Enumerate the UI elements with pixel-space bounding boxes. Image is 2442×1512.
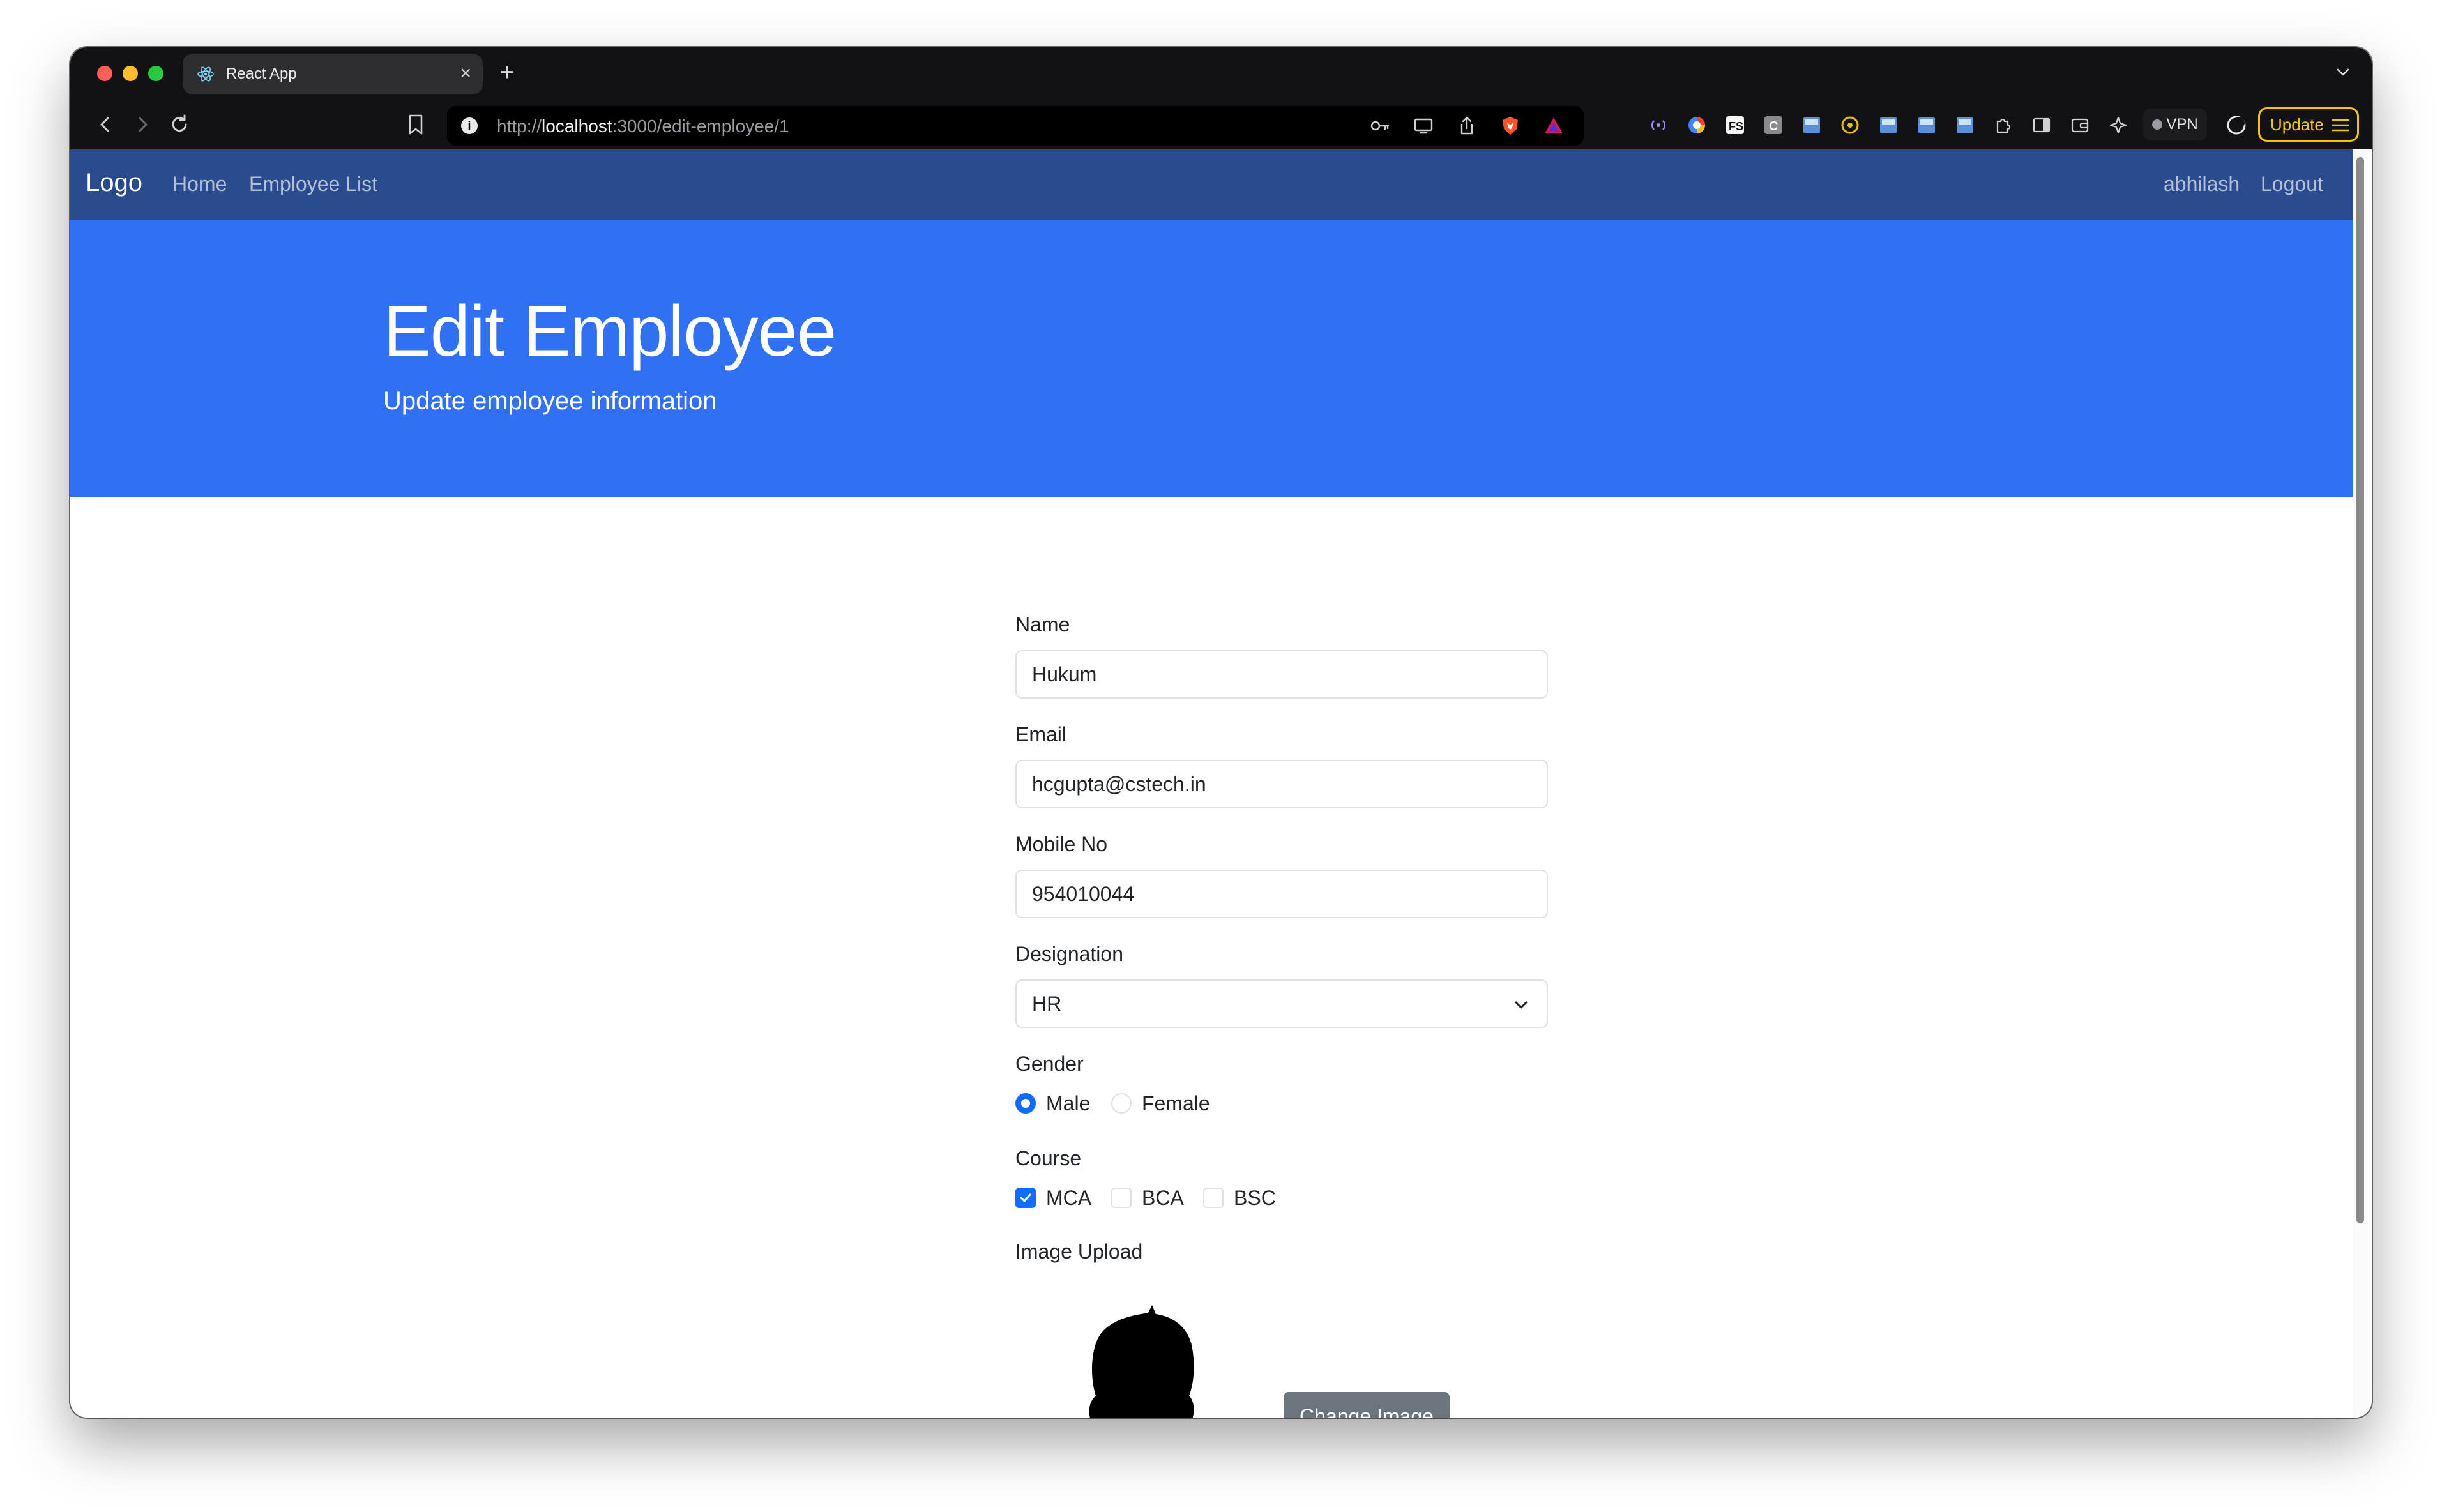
reload-icon[interactable] <box>167 112 192 137</box>
page-scrollbar[interactable] <box>2353 149 2368 1418</box>
svg-text:FS: FS <box>1729 120 1743 133</box>
tab-close-icon[interactable]: × <box>460 63 471 84</box>
broadcast-extension-icon[interactable] <box>1648 114 1669 136</box>
nav-link-employee-list[interactable]: Employee List <box>249 172 377 196</box>
change-image-button[interactable]: Change Image <box>1284 1392 1450 1418</box>
nav-user-name[interactable]: abhilash <box>2164 172 2240 196</box>
page-header: Edit Employee Update employee informatio… <box>70 220 2353 497</box>
name-label: Name <box>1015 613 1070 636</box>
close-window-button[interactable] <box>97 66 112 81</box>
site-info-icon[interactable]: i <box>461 117 478 134</box>
vpn-button[interactable]: VPN <box>2143 109 2207 140</box>
image-extension-icon-4[interactable] <box>1954 114 1976 136</box>
url-text[interactable]: http://localhost:3000/edit-employee/1 <box>497 116 789 137</box>
gender-label: Gender <box>1015 1052 1084 1075</box>
image-extension-icon-3[interactable] <box>1916 114 1938 136</box>
mobile-input[interactable]: 954010044 <box>1015 870 1548 918</box>
minimize-window-button[interactable] <box>123 66 138 81</box>
nav-logout-link[interactable]: Logout <box>2261 172 2323 196</box>
mca-label: MCA <box>1046 1186 1092 1209</box>
update-button[interactable]: Update <box>2258 107 2359 142</box>
image-upload-label: Image Upload <box>1015 1240 1143 1263</box>
bca-checkbox[interactable] <box>1111 1188 1132 1208</box>
checkmark-icon <box>1020 1193 1031 1202</box>
bca-label: BCA <box>1142 1186 1184 1209</box>
mobile-label: Mobile No <box>1015 833 1108 856</box>
brave-rewards-icon[interactable] <box>1543 115 1565 137</box>
designation-value: HR <box>1032 992 1062 1015</box>
ring-extension-icon[interactable] <box>1839 114 1861 136</box>
brave-shield-icon[interactable] <box>1499 115 1521 137</box>
react-icon <box>197 66 214 82</box>
wallet-icon[interactable] <box>2069 114 2091 136</box>
mca-checkbox[interactable] <box>1015 1188 1036 1208</box>
c-extension-icon[interactable]: C <box>1763 114 1784 136</box>
email-label: Email <box>1015 723 1067 746</box>
image-extension-icon-2[interactable] <box>1877 114 1899 136</box>
page-subtitle: Update employee information <box>383 387 717 415</box>
new-tab-button[interactable]: + <box>499 56 514 88</box>
color-extension-icon[interactable] <box>1686 114 1708 136</box>
sidebar-icon[interactable] <box>2031 114 2052 136</box>
browser-tab[interactable]: React App × <box>183 54 483 94</box>
browser-toolbar: i http://localhost:3000/edit-employee/1 <box>70 100 2372 149</box>
app-navbar: Logo Home Employee List abhilash Logout <box>70 149 2353 220</box>
fs-extension-icon[interactable]: FS <box>1724 114 1746 136</box>
male-radio[interactable] <box>1015 1093 1036 1114</box>
share-icon[interactable] <box>1456 115 1478 137</box>
key-icon[interactable] <box>1369 115 1391 137</box>
cast-icon[interactable] <box>1413 115 1434 137</box>
designation-select[interactable]: HR <box>1015 979 1548 1028</box>
brave-menu-icon[interactable] <box>2225 114 2248 137</box>
page-viewport: Logo Home Employee List abhilash Logout … <box>70 149 2372 1418</box>
svg-text:C: C <box>1769 119 1778 133</box>
bookmark-icon[interactable] <box>405 112 427 137</box>
tab-list-chevron-icon[interactable] <box>2333 63 2353 82</box>
scroll-thumb[interactable] <box>2356 157 2364 1223</box>
nav-link-home[interactable]: Home <box>172 172 227 196</box>
email-input[interactable]: hcgupta@cstech.in <box>1015 760 1548 808</box>
back-icon[interactable] <box>93 112 118 137</box>
bsc-label: BSC <box>1234 1186 1276 1209</box>
chevron-down-icon <box>1515 1001 1528 1009</box>
employee-avatar-image <box>1089 1305 1194 1418</box>
female-radio[interactable] <box>1111 1093 1132 1114</box>
page-title: Edit Employee <box>383 291 837 371</box>
extensions-row: FS C <box>1648 112 2129 138</box>
image-extension-icon[interactable] <box>1801 114 1823 136</box>
menu-icon <box>2332 119 2349 132</box>
address-bar[interactable]: i http://localhost:3000/edit-employee/1 <box>447 106 1584 146</box>
navbar-brand[interactable]: Logo <box>86 169 142 197</box>
designation-label: Designation <box>1015 942 1123 965</box>
female-label: Female <box>1142 1092 1210 1115</box>
male-label: Male <box>1046 1092 1091 1115</box>
browser-window: React App × + i http://localhost:3000/ed… <box>70 47 2372 1418</box>
zoom-window-button[interactable] <box>148 66 163 81</box>
tab-title: React App <box>226 65 297 82</box>
leo-ai-icon[interactable] <box>2107 114 2129 136</box>
course-label: Course <box>1015 1147 1082 1170</box>
forward-icon[interactable] <box>130 112 155 137</box>
tab-strip: React App × + <box>70 47 2372 100</box>
bsc-checkbox[interactable] <box>1203 1188 1224 1208</box>
puzzle-icon[interactable] <box>1992 114 2014 136</box>
name-input[interactable]: Hukum <box>1015 650 1548 699</box>
